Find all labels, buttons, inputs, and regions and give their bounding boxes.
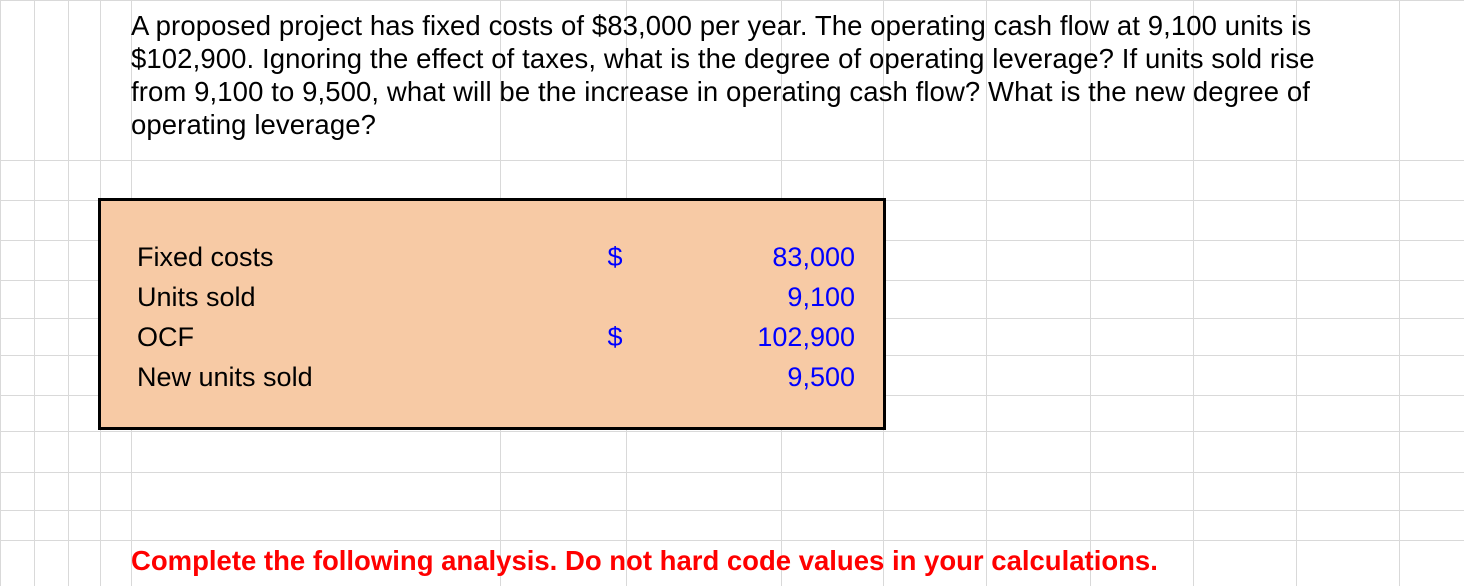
row-units-sold: Units sold 9,100 bbox=[101, 277, 883, 317]
row-new-units-sold: New units sold 9,500 bbox=[101, 357, 883, 397]
currency-symbol: $ bbox=[603, 242, 627, 273]
label-ocf: OCF bbox=[137, 322, 194, 353]
instruction-text: Complete the following analysis. Do not … bbox=[131, 545, 1361, 577]
value-ocf[interactable]: 102,900 bbox=[715, 322, 855, 353]
label-units-sold: Units sold bbox=[137, 282, 256, 313]
label-new-units: New units sold bbox=[137, 362, 313, 393]
value-new-units[interactable]: 9,500 bbox=[715, 362, 855, 393]
value-units-sold[interactable]: 9,100 bbox=[715, 282, 855, 313]
label-fixed-costs: Fixed costs bbox=[137, 242, 274, 273]
problem-statement: A proposed project has fixed costs of $8… bbox=[131, 9, 1361, 141]
row-ocf: OCF $ 102,900 bbox=[101, 317, 883, 357]
given-data-box: Fixed costs $ 83,000 Units sold 9,100 OC… bbox=[98, 198, 886, 430]
spreadsheet[interactable]: A proposed project has fixed costs of $8… bbox=[0, 0, 1464, 586]
value-fixed-costs[interactable]: 83,000 bbox=[715, 242, 855, 273]
currency-symbol: $ bbox=[603, 322, 627, 353]
row-fixed-costs: Fixed costs $ 83,000 bbox=[101, 237, 883, 277]
